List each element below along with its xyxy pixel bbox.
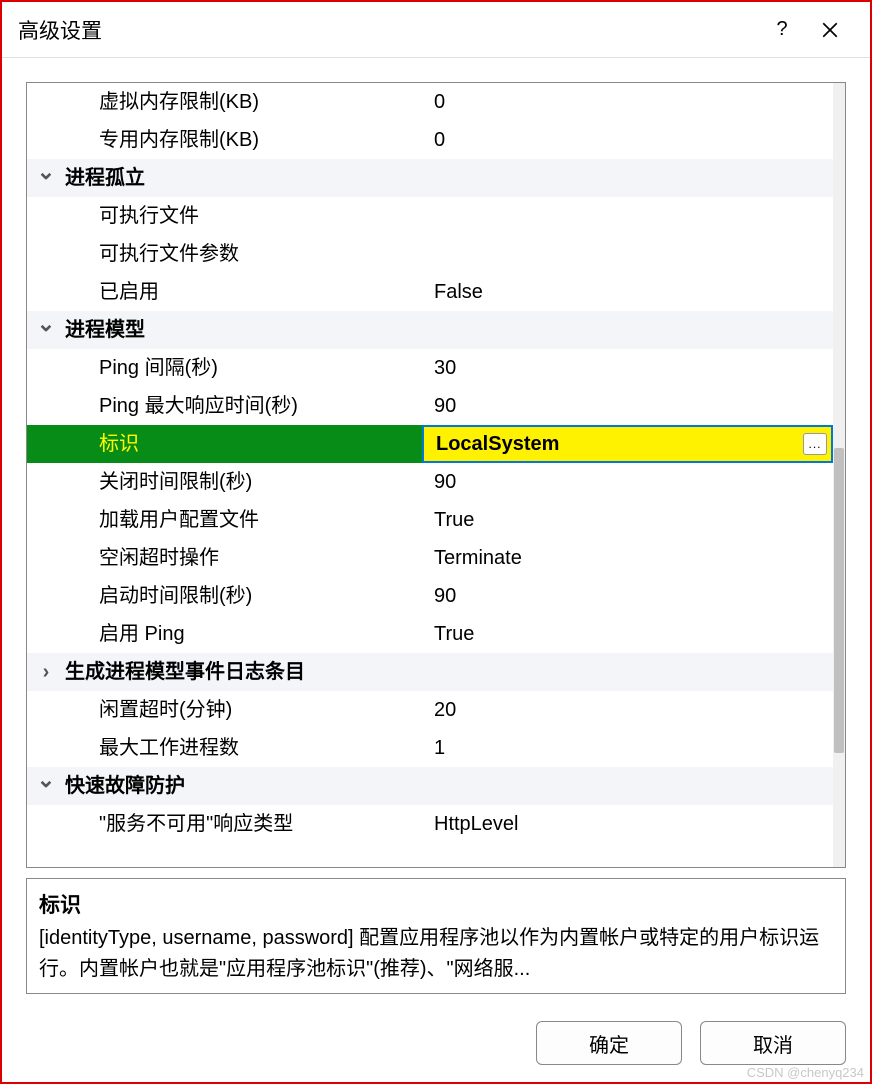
property-row[interactable]: Ping 间隔(秒)30: [27, 349, 833, 387]
property-row[interactable]: 启动时间限制(秒)90: [27, 577, 833, 615]
description-title: 标识: [39, 889, 833, 919]
property-grid-container: 虚拟内存限制(KB)0专用内存限制(KB)0⌄进程孤立可执行文件可执行文件参数已…: [26, 82, 846, 868]
property-value[interactable]: Terminate: [422, 539, 833, 577]
chevron-down-icon[interactable]: ⌄: [27, 311, 65, 349]
description-text: [identityType, username, password] 配置应用程…: [39, 923, 833, 985]
property-row[interactable]: 可执行文件参数: [27, 235, 833, 273]
category-label: 进程模型: [65, 311, 833, 349]
property-row[interactable]: 闲置超时(分钟)20: [27, 691, 833, 729]
property-value[interactable]: 0: [422, 83, 833, 121]
category-label: 快速故障防护: [65, 767, 833, 805]
ok-button[interactable]: 确定: [536, 1021, 682, 1065]
dialog-button-bar: 确定 取消: [2, 1004, 870, 1082]
category-row[interactable]: ⌄快速故障防护: [27, 767, 833, 805]
category-row[interactable]: ⌄进程模型: [27, 311, 833, 349]
cancel-button[interactable]: 取消: [700, 1021, 846, 1065]
property-label: 虚拟内存限制(KB): [27, 83, 422, 121]
dialog-title: 高级设置: [18, 15, 758, 45]
property-label: 启用 Ping: [27, 615, 422, 653]
description-panel: 标识 [identityType, username, password] 配置…: [26, 878, 846, 994]
property-label: 关闭时间限制(秒): [27, 463, 422, 501]
property-value[interactable]: 1: [422, 729, 833, 767]
category-row[interactable]: ›生成进程模型事件日志条目: [27, 653, 833, 691]
property-row[interactable]: 关闭时间限制(秒)90: [27, 463, 833, 501]
close-icon: [821, 21, 839, 39]
property-value[interactable]: True: [422, 501, 833, 539]
property-label: 标识: [27, 425, 422, 463]
property-label: Ping 最大响应时间(秒): [27, 387, 422, 425]
property-label: 闲置超时(分钟): [27, 691, 422, 729]
property-row[interactable]: 空闲超时操作Terminate: [27, 539, 833, 577]
property-value[interactable]: True: [422, 615, 833, 653]
dialog-body: 虚拟内存限制(KB)0专用内存限制(KB)0⌄进程孤立可执行文件可执行文件参数已…: [2, 58, 870, 1004]
chevron-down-icon[interactable]: ⌄: [27, 159, 65, 197]
property-label: Ping 间隔(秒): [27, 349, 422, 387]
property-value[interactable]: [422, 235, 833, 273]
property-row[interactable]: 加载用户配置文件True: [27, 501, 833, 539]
ellipsis-button[interactable]: ...: [803, 433, 827, 455]
property-row[interactable]: 虚拟内存限制(KB)0: [27, 83, 833, 121]
property-row[interactable]: 最大工作进程数1: [27, 729, 833, 767]
property-value[interactable]: 90: [422, 577, 833, 615]
property-row[interactable]: 专用内存限制(KB)0: [27, 121, 833, 159]
vertical-scrollbar[interactable]: [833, 83, 845, 867]
property-label: 空闲超时操作: [27, 539, 422, 577]
category-label: 生成进程模型事件日志条目: [65, 653, 833, 691]
property-value[interactable]: [422, 197, 833, 235]
property-value[interactable]: False: [422, 273, 833, 311]
property-label: "服务不可用"响应类型: [27, 805, 422, 843]
property-row[interactable]: "服务不可用"响应类型HttpLevel: [27, 805, 833, 843]
category-row[interactable]: ⌄进程孤立: [27, 159, 833, 197]
property-grid[interactable]: 虚拟内存限制(KB)0专用内存限制(KB)0⌄进程孤立可执行文件可执行文件参数已…: [27, 83, 845, 867]
chevron-down-icon[interactable]: ⌄: [27, 767, 65, 805]
property-value[interactable]: 90: [422, 463, 833, 501]
property-label: 已启用: [27, 273, 422, 311]
property-row[interactable]: 可执行文件: [27, 197, 833, 235]
property-value[interactable]: LocalSystem...: [422, 425, 833, 463]
property-row[interactable]: 已启用False: [27, 273, 833, 311]
property-label: 可执行文件参数: [27, 235, 422, 273]
property-row[interactable]: 标识LocalSystem...: [27, 425, 833, 463]
advanced-settings-dialog: 高级设置 ? 虚拟内存限制(KB)0专用内存限制(KB)0⌄进程孤立可执行文件可…: [0, 0, 872, 1084]
property-value[interactable]: 0: [422, 121, 833, 159]
scrollbar-thumb[interactable]: [834, 448, 844, 753]
property-value[interactable]: 90: [422, 387, 833, 425]
property-value[interactable]: HttpLevel: [422, 805, 833, 843]
property-label: 可执行文件: [27, 197, 422, 235]
property-label: 专用内存限制(KB): [27, 121, 422, 159]
property-label: 加载用户配置文件: [27, 501, 422, 539]
property-label: 最大工作进程数: [27, 729, 422, 767]
property-value[interactable]: 30: [422, 349, 833, 387]
titlebar: 高级设置 ?: [2, 2, 870, 58]
property-label: 启动时间限制(秒): [27, 577, 422, 615]
category-label: 进程孤立: [65, 159, 833, 197]
chevron-right-icon[interactable]: ›: [27, 653, 65, 691]
property-row[interactable]: Ping 最大响应时间(秒)90: [27, 387, 833, 425]
close-button[interactable]: [806, 10, 854, 50]
property-row[interactable]: 启用 PingTrue: [27, 615, 833, 653]
help-button[interactable]: ?: [758, 10, 806, 50]
property-value[interactable]: 20: [422, 691, 833, 729]
